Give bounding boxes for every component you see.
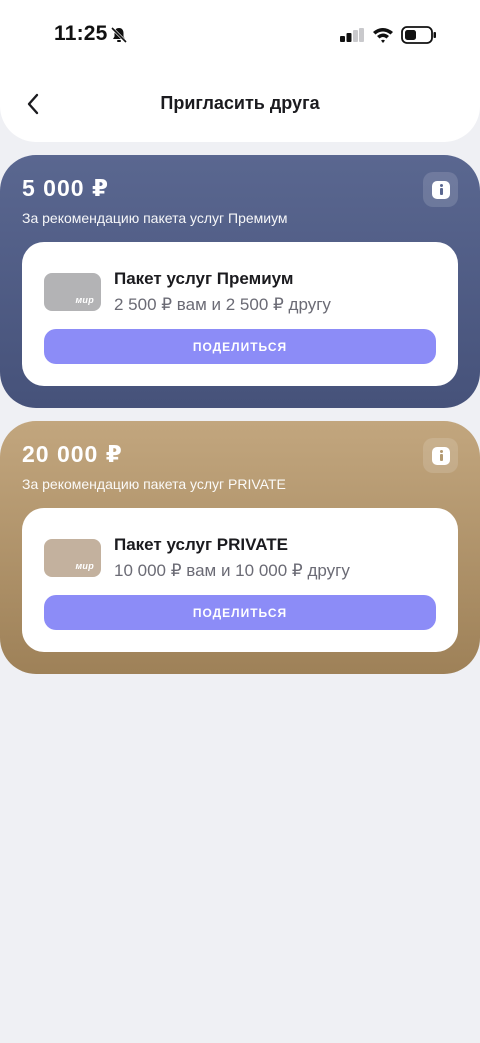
share-button[interactable]: ПОДЕЛИТЬСЯ [44,595,436,630]
info-icon [431,180,450,199]
package-card: мир Пакет услуг Премиум 2 500 ₽ вам и 2 … [22,242,458,386]
signal-icon [340,28,364,42]
reward-subtitle: За рекомендацию пакета услуг PRIVATE [22,476,286,492]
status-time: 11:25 [54,22,108,45]
info-icon [431,446,450,465]
wifi-icon [373,28,393,43]
package-description: 10 000 ₽ вам и 10 000 ₽ другу [114,561,350,580]
reward-subtitle: За рекомендацию пакета услуг Премиум [22,210,288,226]
reward-amount: 20 000 ₽ [22,441,123,467]
info-button[interactable] [423,438,458,473]
page-title: Пригласить друга [160,93,320,113]
mir-logo: мир [75,295,94,305]
screen: 11:25 Пригласить друга 5 000 ₽ За рекоме… [0,0,480,1043]
bank-card-image: мир [44,539,101,577]
bell-off-icon [110,26,128,44]
info-button[interactable] [423,172,458,207]
package-description: 2 500 ₽ вам и 2 500 ₽ другу [114,295,331,314]
battery-icon [401,26,436,44]
package-title: Пакет услуг PRIVATE [114,535,288,554]
mir-logo: мир [75,561,94,571]
bank-card-image: мир [44,273,101,311]
header-sheet: 11:25 Пригласить друга [0,0,480,142]
package-card: мир Пакет услуг PRIVATE 10 000 ₽ вам и 1… [22,508,458,652]
referral-card-premium: 5 000 ₽ За рекомендацию пакета услуг Пре… [0,155,480,408]
share-button[interactable]: ПОДЕЛИТЬСЯ [44,329,436,364]
reward-amount: 5 000 ₽ [22,175,109,201]
referral-card-private: 20 000 ₽ За рекомендацию пакета услуг PR… [0,421,480,674]
package-title: Пакет услуг Премиум [114,269,294,288]
